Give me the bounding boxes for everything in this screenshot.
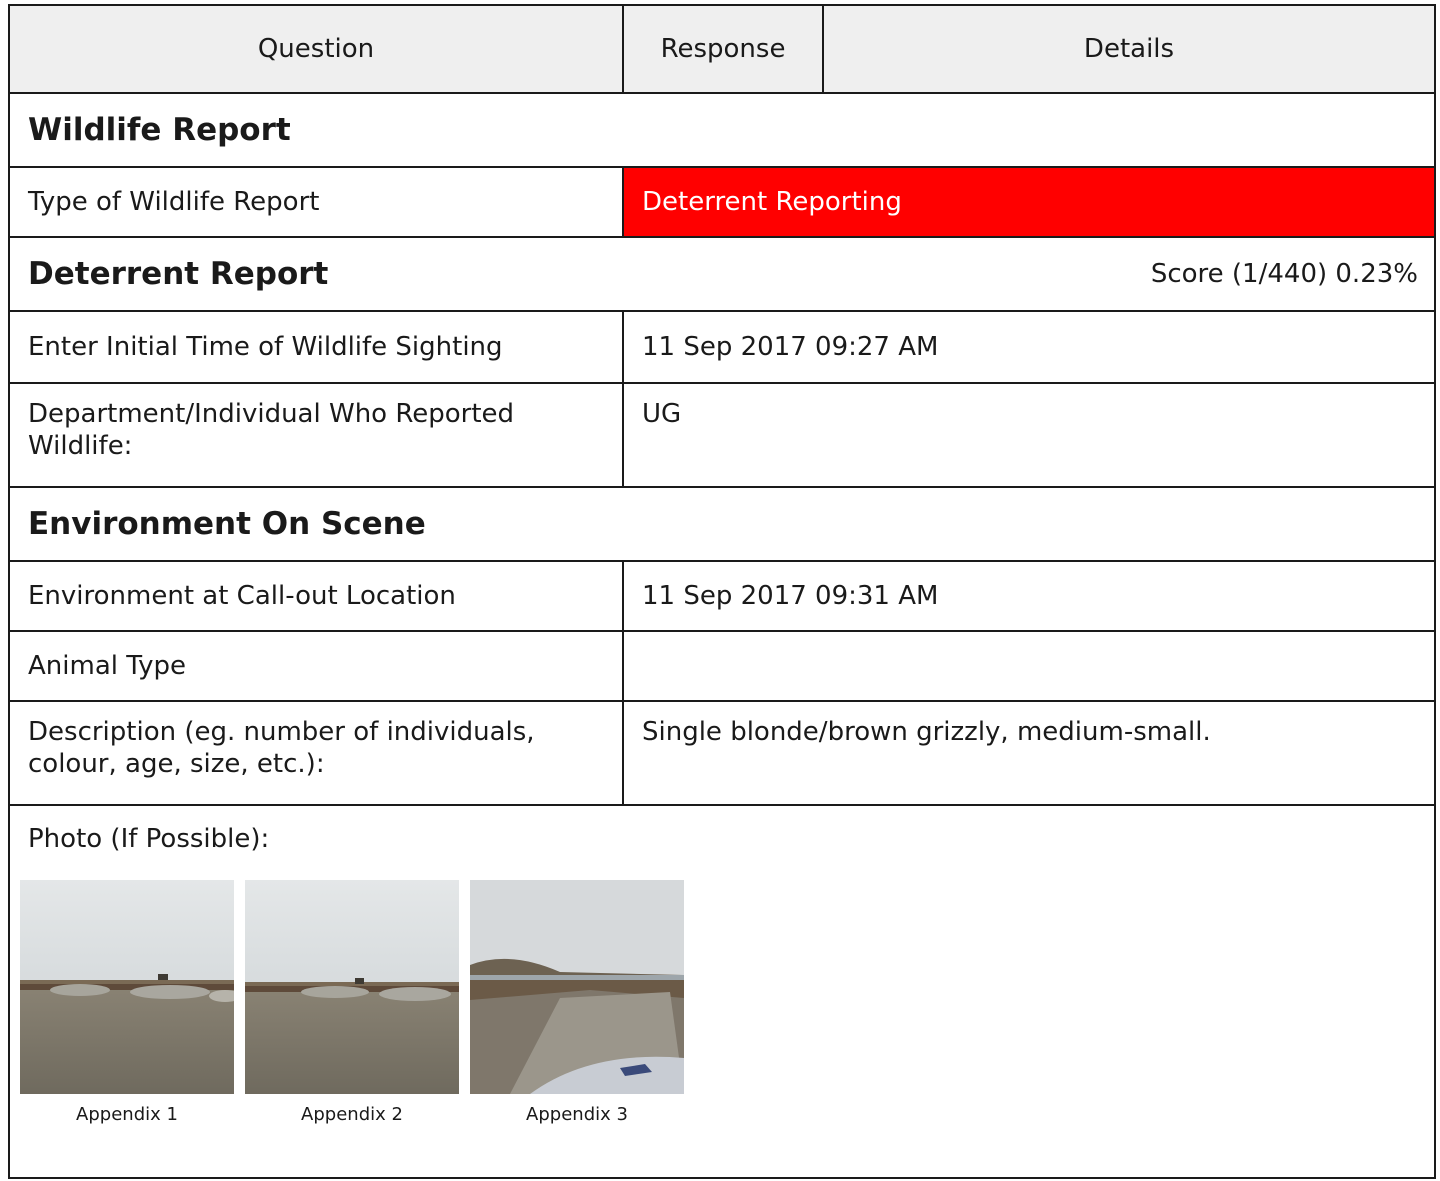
table-row: Environment at Call-out Location 11 Sep … [10,562,1434,632]
answer-reported-by: UG [622,384,1434,486]
section-wildlife-report: Wildlife Report [10,94,1434,168]
photo-label: Photo (If Possible): [28,824,270,854]
header-response: Response [622,6,822,92]
table-row: Animal Type [10,632,1434,702]
photo-thumbnail-2[interactable] [245,880,459,1094]
photo-caption-2: Appendix 2 [301,1104,403,1125]
section-score: Score (1/440) 0.23% [1150,259,1418,289]
question-animal-type: Animal Type [28,651,186,681]
photo-caption-3: Appendix 3 [526,1104,628,1125]
question-description: Description (eg. number of individuals, … [28,717,535,779]
question-type-of-report: Type of Wildlife Report [28,187,320,217]
table-row: Type of Wildlife Report Deterrent Report… [10,168,1434,238]
header-details: Details [822,6,1434,92]
photo-image [245,880,459,1094]
question-reported-by: Department/Individual Who Reported Wildl… [28,399,515,461]
table-row: Description (eg. number of individuals, … [10,702,1434,806]
answer-animal-type [622,632,1434,700]
table-row: Department/Individual Who Reported Wildl… [10,384,1434,488]
question-initial-time: Enter Initial Time of Wildlife Sighting [28,332,503,362]
photo-thumbnail-1[interactable] [20,880,234,1094]
question-env-location: Environment at Call-out Location [28,581,456,611]
section-deterrent-report: Deterrent Report Score (1/440) 0.23% [10,238,1434,312]
answer-env-location: 11 Sep 2017 09:31 AM [622,562,1434,630]
section-environment: Environment On Scene [10,488,1434,562]
photo-image [20,880,234,1094]
header-question: Question [257,34,375,64]
section-title: Wildlife Report [28,112,291,148]
photo-image [470,880,684,1094]
section-title: Environment On Scene [28,506,426,542]
answer-description: Single blonde/brown grizzly, medium-smal… [622,702,1434,804]
table-row: Enter Initial Time of Wildlife Sighting … [10,312,1434,384]
answer-initial-time: 11 Sep 2017 09:27 AM [622,312,1434,382]
photo-caption-1: Appendix 1 [76,1104,178,1125]
photo-thumbnail-3[interactable] [470,880,684,1094]
section-title: Deterrent Report [28,256,329,292]
answer-type-of-report: Deterrent Reporting [622,168,1434,236]
table-header: Question Response Details [10,6,1434,94]
